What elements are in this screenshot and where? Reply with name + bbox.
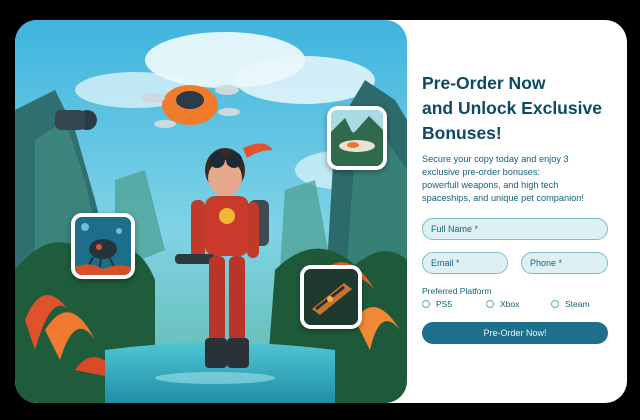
platform-label: Preferred Platform [422, 286, 492, 296]
radio-circle[interactable] [422, 300, 430, 308]
thumbnail-spaceship [327, 106, 387, 170]
form-title: Pre-Order Now and Unlock Exclusive Bonus… [422, 71, 622, 146]
preorder-submit-button[interactable]: Pre-Order Now! [422, 322, 608, 344]
email-field[interactable] [422, 252, 508, 274]
preorder-card: Pre-Order Now and Unlock Exclusive Bonus… [15, 20, 627, 403]
description-line: spaceships, and unique pet companion! [422, 193, 584, 203]
form-description: Secure your copy today and enjoy 3 exclu… [422, 153, 622, 205]
description-line: exclusive pre-order bonuses: [422, 167, 540, 177]
platform-option-label: PS5 [436, 299, 453, 309]
description-line: Secure your copy today and enjoy 3 [422, 154, 569, 164]
platform-option-steam[interactable]: Steam [551, 299, 590, 309]
phone-field[interactable] [521, 252, 608, 274]
platform-option-label: Xbox [500, 299, 520, 309]
thumbnail-robot [71, 213, 135, 279]
description-line: powerfull weapons, and high tech [422, 180, 559, 190]
thumbnail-weapon [300, 265, 362, 329]
platform-option-ps5[interactable]: PS5 [422, 299, 452, 309]
form-title-line: Pre-Order Now [422, 73, 546, 93]
radio-circle[interactable] [551, 300, 559, 308]
platform-option-label: Steam [565, 299, 590, 309]
full-name-field[interactable] [422, 218, 608, 240]
preorder-form: Pre-Order Now and Unlock Exclusive Bonus… [422, 20, 618, 403]
form-title-line: Bonuses! [422, 123, 502, 143]
hero-illustration [15, 20, 407, 403]
platform-option-xbox[interactable]: Xbox [486, 299, 519, 309]
radio-circle[interactable] [486, 300, 494, 308]
form-title-line: and Unlock Exclusive [422, 98, 602, 118]
